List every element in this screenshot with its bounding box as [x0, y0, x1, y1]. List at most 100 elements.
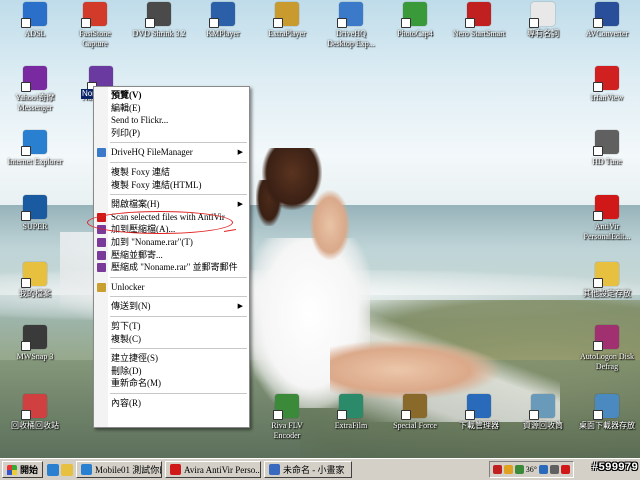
- desktop-icon[interactable]: IrfanView: [572, 66, 640, 103]
- menu-item[interactable]: 列印(P): [94, 127, 249, 140]
- menu-item-label: Scan selected files with AntiVir: [111, 211, 225, 222]
- desktop-icon[interactable]: FastStone Capture: [60, 2, 130, 49]
- desktop-icon[interactable]: 專有名詞: [508, 2, 578, 39]
- desktop-icon[interactable]: KMPlayer: [188, 2, 258, 39]
- desktop-icon-label: MWSnap 3: [16, 352, 54, 361]
- tray-smiley-icon[interactable]: [503, 465, 513, 474]
- mwsnap-icon: [21, 325, 47, 351]
- desktop-icon[interactable]: Riva FLV Encoder: [252, 394, 322, 441]
- folder-icon: [593, 394, 619, 420]
- system-tray: 36°: [488, 461, 574, 478]
- desktop-icon[interactable]: AVConverter: [572, 2, 640, 39]
- desktop-icon[interactable]: Special Force: [380, 394, 450, 431]
- menu-item[interactable]: 加到 "Noname.rar"(T): [94, 236, 249, 249]
- drivehq-icon: [337, 2, 363, 28]
- tray-network-icon[interactable]: [514, 465, 524, 474]
- menu-item[interactable]: 剪下(T): [94, 320, 249, 333]
- desktop-icon-label: PhotoCap4: [397, 29, 433, 38]
- desktop-icon[interactable]: DriveHQ Desktop Exp...: [316, 2, 386, 49]
- menu-item-label: 預覽(V): [111, 90, 142, 100]
- menu-item[interactable]: Scan selected files with AntiVir: [94, 211, 249, 224]
- menu-item[interactable]: 刪除(D): [94, 365, 249, 378]
- menu-separator: [110, 315, 247, 317]
- tray-volume-icon[interactable]: [539, 465, 548, 474]
- menu-item[interactable]: 複製(C): [94, 333, 249, 346]
- menu-item[interactable]: 傳送到(N) ▶: [94, 300, 249, 313]
- desktop-icon-label: 專有名詞: [527, 29, 559, 38]
- menu-item-label: Send to Flickr...: [111, 115, 169, 126]
- tray-antivir-icon[interactable]: [492, 465, 502, 474]
- ie-quick-launch-icon[interactable]: [47, 463, 60, 476]
- desktop-icon-label: DriveHQ Desktop Exp...: [327, 29, 375, 48]
- start-button[interactable]: 開始: [2, 461, 44, 478]
- menu-item[interactable]: 預覽(V): [94, 89, 249, 102]
- winrar-icon: [97, 263, 106, 273]
- kmplayer-icon: [209, 2, 235, 28]
- menu-item[interactable]: Unlocker: [94, 281, 249, 294]
- extrafilm-icon: [337, 394, 363, 420]
- desktop-icon-label: KMPlayer: [206, 29, 240, 38]
- desktop-icon[interactable]: HD Tune: [572, 130, 640, 167]
- tray-alert-icon[interactable]: [561, 465, 570, 474]
- wallpaper-girl-hair: [262, 148, 322, 210]
- menu-item[interactable]: 壓縮成 "Noname.rar" 並郵寄郵件: [94, 261, 249, 274]
- folder-quick-launch-icon[interactable]: [61, 463, 74, 476]
- menu-separator: [110, 276, 247, 278]
- desktop-icon[interactable]: 我的檔案: [0, 262, 70, 299]
- taskbar-button[interactable]: 未命名 - 小畫家: [264, 461, 353, 478]
- desktop-icon[interactable]: Yahoo!奇摩 Messenger: [0, 66, 70, 113]
- windows-flag-icon: [7, 464, 17, 475]
- desktop-icon[interactable]: 回收桶回收站: [0, 394, 70, 431]
- menu-item-label: 複製(C): [111, 333, 141, 344]
- menu-item[interactable]: 建立捷徑(S): [94, 352, 249, 365]
- antivir-icon: [170, 464, 182, 475]
- menu-item-label: 重新命名(M): [111, 378, 161, 389]
- tray-temperature: 36°: [525, 465, 537, 474]
- desktop-icon[interactable]: MWSnap 3: [0, 325, 70, 362]
- desktop-icon[interactable]: Nero StartSmart: [444, 2, 514, 39]
- menu-item[interactable]: 開啟檔案(H) ▶: [94, 198, 249, 211]
- desktop-icon-label: 資源回收筒: [523, 421, 563, 430]
- taskbar-button-label: Mobile01 測試你的...: [95, 465, 161, 475]
- desktop-icon[interactable]: ExtraPlayer: [252, 2, 322, 39]
- desktop-icon[interactable]: AntiVir PersonalEdit...: [572, 195, 640, 242]
- desktop-icon[interactable]: 桌面下載器存放: [572, 394, 640, 431]
- menu-item[interactable]: 壓縮並郵寄...: [94, 249, 249, 262]
- menu-item[interactable]: 重新命名(M): [94, 377, 249, 390]
- menu-item-label: 編輯(E): [111, 102, 141, 113]
- irfanview-icon: [593, 66, 619, 92]
- desktop-icon-label: Riva FLV Encoder: [271, 421, 303, 440]
- desktop-icon[interactable]: 其他設定存放: [572, 262, 640, 299]
- desktop-icon[interactable]: DVD Shrink 3.2: [124, 2, 194, 39]
- taskbar-button[interactable]: Mobile01 測試你的...: [76, 461, 163, 478]
- menu-item[interactable]: 複製 Foxy 連結(HTML): [94, 179, 249, 192]
- desktop-icon[interactable]: 下載管理器: [444, 394, 514, 431]
- menu-item-label: 刪除(D): [111, 365, 142, 376]
- desktop-icon[interactable]: 資源回收筒: [508, 394, 578, 431]
- desktop-icon-label: 回收桶回收站: [11, 421, 59, 430]
- menu-separator: [110, 392, 247, 394]
- context-menu: 預覽(V) 編輯(E) Send to Flickr... 列印(P) DriveHQ …: [93, 86, 250, 428]
- desktop-icon[interactable]: Internet Explorer: [0, 130, 70, 167]
- super-icon: [21, 195, 47, 221]
- desktop-icon-label: 下載管理器: [459, 421, 499, 430]
- desktop-icon-label: AntiVir PersonalEdit...: [583, 222, 631, 241]
- menu-item[interactable]: DriveHQ FileManager ▶: [94, 146, 249, 159]
- menu-item-label: 壓縮成 "Noname.rar" 並郵寄郵件: [111, 262, 238, 273]
- menu-item-label: Unlocker: [111, 281, 145, 292]
- winrar-icon: [97, 237, 106, 247]
- desktop-icon-label: SUPER: [22, 222, 48, 231]
- desktop-icon[interactable]: ExtraFilm: [316, 394, 386, 431]
- desktop-icon[interactable]: AutoLogon Disk Defrag: [572, 325, 640, 372]
- menu-item[interactable]: 編輯(E): [94, 102, 249, 115]
- taskbar-button[interactable]: Avira AntiVir Perso...: [165, 461, 262, 478]
- menu-item[interactable]: 內容(R): [94, 397, 249, 410]
- winrar-icon: [97, 250, 106, 260]
- menu-item[interactable]: Send to Flickr...: [94, 114, 249, 127]
- menu-item[interactable]: 複製 Foxy 連結: [94, 166, 249, 179]
- desktop-icon[interactable]: PhotoCap4: [380, 2, 450, 39]
- tray-keyboard-icon[interactable]: [550, 465, 559, 474]
- drivehq-icon: [97, 148, 106, 158]
- desktop-icon[interactable]: SUPER: [0, 195, 70, 232]
- antivir-icon: [593, 195, 619, 221]
